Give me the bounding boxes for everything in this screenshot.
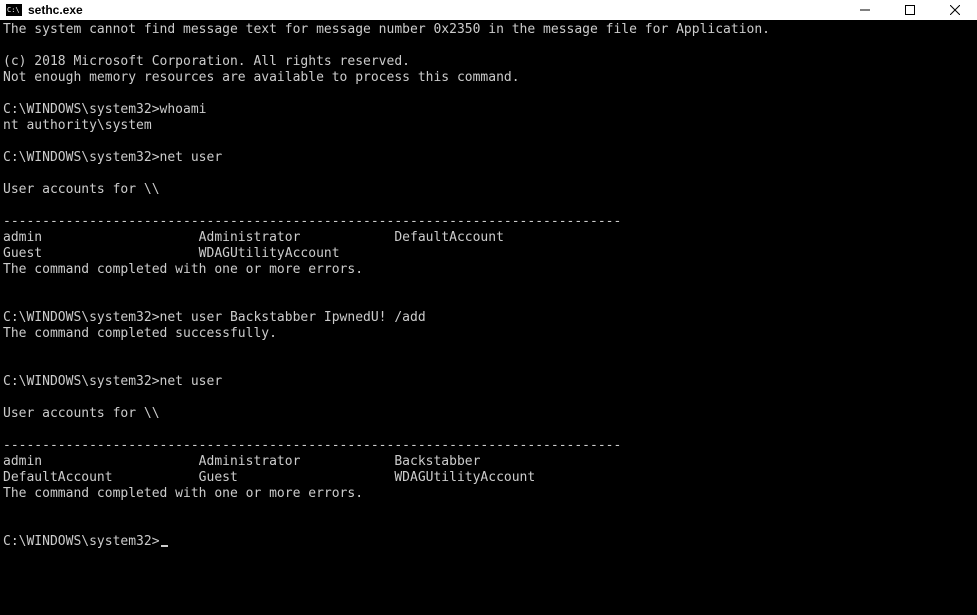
terminal-line: Not enough memory resources are availabl… — [3, 70, 974, 86]
window-controls — [842, 0, 977, 20]
terminal-line — [3, 342, 974, 358]
console-window: sethc.exe The system cannot find message… — [0, 0, 977, 615]
minimize-button[interactable] — [842, 0, 887, 20]
terminal-line: admin Administrator Backstabber — [3, 454, 974, 470]
terminal-line: C:\WINDOWS\system32>whoami — [3, 102, 974, 118]
maximize-button[interactable] — [887, 0, 932, 20]
terminal-line — [3, 198, 974, 214]
terminal-line — [3, 390, 974, 406]
terminal-line: The command completed with one or more e… — [3, 486, 974, 502]
terminal-line: admin Administrator DefaultAccount — [3, 230, 974, 246]
terminal-line: The command completed with one or more e… — [3, 262, 974, 278]
terminal-line — [3, 278, 974, 294]
terminal-output[interactable]: The system cannot find message text for … — [0, 21, 977, 615]
terminal-line: ----------------------------------------… — [3, 214, 974, 230]
terminal-line: ----------------------------------------… — [3, 438, 974, 454]
terminal-line: DefaultAccount Guest WDAGUtilityAccount — [3, 470, 974, 486]
window-title: sethc.exe — [28, 3, 842, 17]
close-button[interactable] — [932, 0, 977, 20]
terminal-line — [3, 518, 974, 534]
terminal-line — [3, 294, 974, 310]
terminal-line: Guest WDAGUtilityAccount — [3, 246, 974, 262]
terminal-line: User accounts for \\ — [3, 406, 974, 422]
terminal-line — [3, 358, 974, 374]
terminal-line: C:\WINDOWS\system32>net user Backstabber… — [3, 310, 974, 326]
terminal-line — [3, 38, 974, 54]
terminal-line — [3, 422, 974, 438]
terminal-line: C:\WINDOWS\system32>net user — [3, 150, 974, 166]
terminal-line: nt authority\system — [3, 118, 974, 134]
terminal-line: C:\WINDOWS\system32>net user — [3, 374, 974, 390]
terminal-line: C:\WINDOWS\system32> — [3, 534, 974, 550]
terminal-line — [3, 166, 974, 182]
terminal-line: User accounts for \\ — [3, 182, 974, 198]
terminal-line: The system cannot find message text for … — [3, 22, 974, 38]
titlebar[interactable]: sethc.exe — [0, 0, 977, 21]
terminal-line: (c) 2018 Microsoft Corporation. All righ… — [3, 54, 974, 70]
terminal-line: The command completed successfully. — [3, 326, 974, 342]
cursor — [161, 545, 168, 547]
terminal-line — [3, 502, 974, 518]
terminal-line — [3, 86, 974, 102]
cmd-icon — [6, 4, 22, 16]
terminal-line — [3, 134, 974, 150]
